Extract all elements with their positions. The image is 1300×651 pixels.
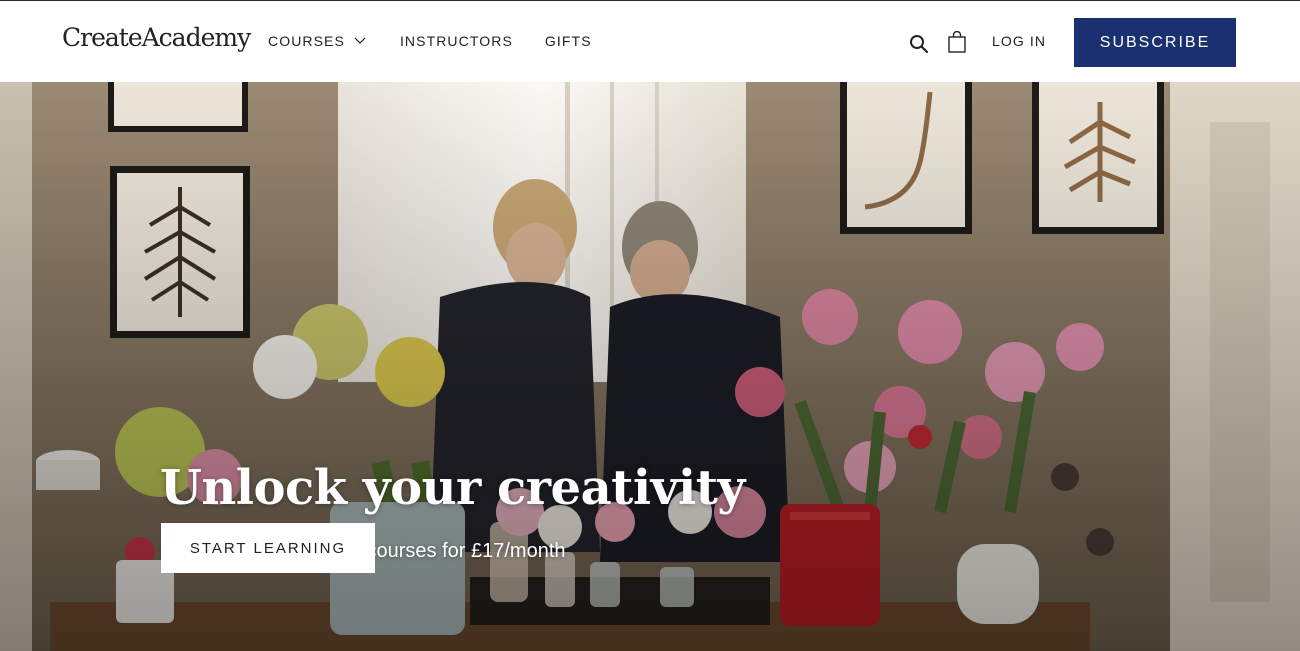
search-icon[interactable] <box>909 34 929 54</box>
hero-title: Unlock your creativity <box>160 460 745 516</box>
login-link[interactable]: LOG IN <box>992 33 1046 49</box>
shopping-bag-icon[interactable] <box>947 31 967 53</box>
subscribe-button[interactable]: SUBSCRIBE <box>1074 18 1236 67</box>
nav-item-label: INSTRUCTORS <box>399 33 513 49</box>
nav-item-instructors[interactable]: INSTRUCTORS <box>400 33 513 49</box>
nav-item-label: GIFTS <box>544 33 592 49</box>
nav-item-courses[interactable]: COURSES <box>268 33 366 49</box>
nav-item-gifts[interactable]: GIFTS <box>545 33 592 49</box>
site-header: CreateAcademy COURSES INSTRUCTORS GIFTS … <box>0 0 1300 82</box>
logo[interactable]: CreateAcademy <box>62 23 251 52</box>
nav-item-label: COURSES <box>268 33 345 49</box>
chevron-down-icon <box>354 37 366 44</box>
start-learning-button[interactable]: START LEARNING <box>161 523 375 573</box>
main-nav: COURSES INSTRUCTORS GIFTS <box>268 33 592 49</box>
